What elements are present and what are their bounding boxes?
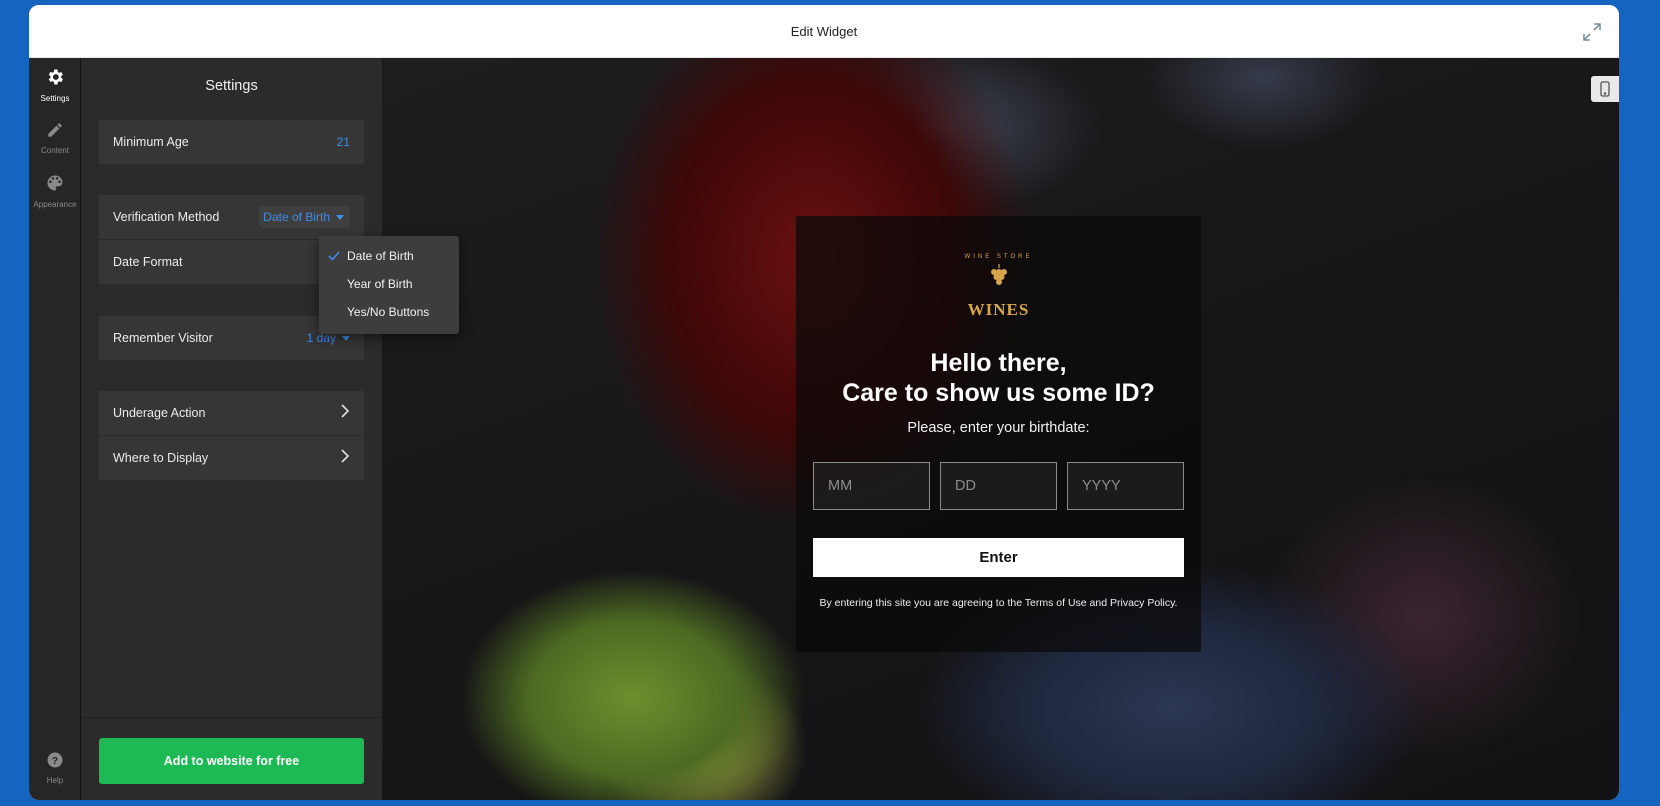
- remember-visitor-label: Remember Visitor: [113, 331, 213, 345]
- editor-window: Edit Widget Settings Content Appearance …: [29, 5, 1619, 800]
- rail-item-appearance[interactable]: Appearance: [29, 164, 81, 217]
- pencil-icon: [46, 121, 64, 144]
- dropdown-option-date-of-birth[interactable]: Date of Birth: [319, 242, 459, 270]
- grape-icon: [990, 264, 1007, 285]
- caret-down-icon: [342, 335, 350, 341]
- dropdown-option-year-of-birth[interactable]: Year of Birth: [319, 270, 459, 298]
- year-input[interactable]: [1067, 462, 1184, 510]
- enter-button[interactable]: Enter: [813, 538, 1184, 577]
- modal-headline: Hello there, Care to show us some ID?: [842, 348, 1155, 408]
- panel-title: Settings: [205, 78, 258, 94]
- dropdown-option-label: Yes/No Buttons: [347, 305, 430, 319]
- rail-item-settings[interactable]: Settings: [29, 58, 81, 111]
- logo-arc-text: WINE STORE: [964, 254, 1033, 260]
- modal-subtitle: Please, enter your birthdate:: [907, 420, 1090, 436]
- window-title: Edit Widget: [790, 23, 858, 39]
- title-bar: Edit Widget: [29, 5, 1619, 58]
- minimum-age-label: Minimum Age: [113, 135, 189, 149]
- row-verification-method[interactable]: Verification Method Date of Birth: [99, 195, 364, 240]
- chevron-right-icon: [340, 403, 350, 423]
- month-input[interactable]: [813, 462, 930, 510]
- day-input[interactable]: [940, 462, 1057, 510]
- minimum-age-value[interactable]: 21: [337, 135, 350, 149]
- headline-line-2: Care to show us some ID?: [842, 379, 1155, 407]
- rail-item-help[interactable]: ? Help: [29, 741, 81, 794]
- help-icon: ?: [46, 751, 64, 774]
- headline-line-1: Hello there,: [930, 349, 1067, 377]
- group-minimum-age: Minimum Age 21: [99, 120, 364, 165]
- svg-text:?: ?: [52, 754, 58, 766]
- verification-method-label: Verification Method: [113, 210, 220, 224]
- rail-label-help: Help: [46, 775, 64, 785]
- dropdown-option-yes-no-buttons[interactable]: Yes/No Buttons: [319, 298, 459, 326]
- dropdown-option-label: Date of Birth: [347, 249, 414, 263]
- logo-word: WINES: [967, 300, 1030, 319]
- expand-icon[interactable]: [1581, 21, 1603, 43]
- row-minimum-age[interactable]: Minimum Age 21: [99, 120, 364, 165]
- date-format-label: Date Format: [113, 255, 183, 269]
- verification-method-select[interactable]: Date of Birth: [259, 206, 350, 228]
- rail-label-appearance: Appearance: [33, 199, 77, 209]
- add-to-website-button[interactable]: Add to website for free: [99, 738, 364, 784]
- cta-area: Add to website for free: [81, 717, 382, 800]
- sidebar-rail: Settings Content Appearance ? Help: [29, 58, 81, 800]
- verification-method-dropdown: Date of Birth Year of Birth Yes/No Butto…: [319, 236, 459, 334]
- chevron-right-icon: [340, 448, 350, 468]
- rail-label-settings: Settings: [40, 93, 70, 103]
- rail-label-content: Content: [40, 145, 70, 155]
- palette-icon: [45, 173, 65, 198]
- dropdown-option-label: Year of Birth: [347, 277, 413, 291]
- check-icon: [328, 250, 340, 264]
- caret-down-icon: [336, 214, 344, 220]
- wine-store-logo: WINE STORE WINES: [959, 254, 1039, 322]
- birthdate-inputs: [813, 462, 1184, 510]
- row-where-to-display[interactable]: Where to Display: [99, 436, 364, 481]
- age-verification-modal: WINE STORE WINES Hello there, Care to sh…: [796, 216, 1201, 652]
- row-underage-action[interactable]: Underage Action: [99, 391, 364, 436]
- settings-panel: Settings Minimum Age 21 Verification Met…: [81, 58, 459, 800]
- verification-method-value: Date of Birth: [263, 210, 330, 224]
- rail-item-content[interactable]: Content: [29, 111, 81, 164]
- where-to-display-label: Where to Display: [113, 451, 209, 465]
- widget-preview: WINE STORE WINES Hello there, Care to sh…: [383, 58, 1619, 800]
- mobile-device-icon[interactable]: [1591, 76, 1619, 102]
- group-actions: Underage Action Where to Display: [99, 391, 364, 481]
- legal-text: By entering this site you are agreeing t…: [819, 597, 1178, 609]
- gear-icon: [45, 67, 65, 92]
- underage-action-label: Underage Action: [113, 406, 206, 420]
